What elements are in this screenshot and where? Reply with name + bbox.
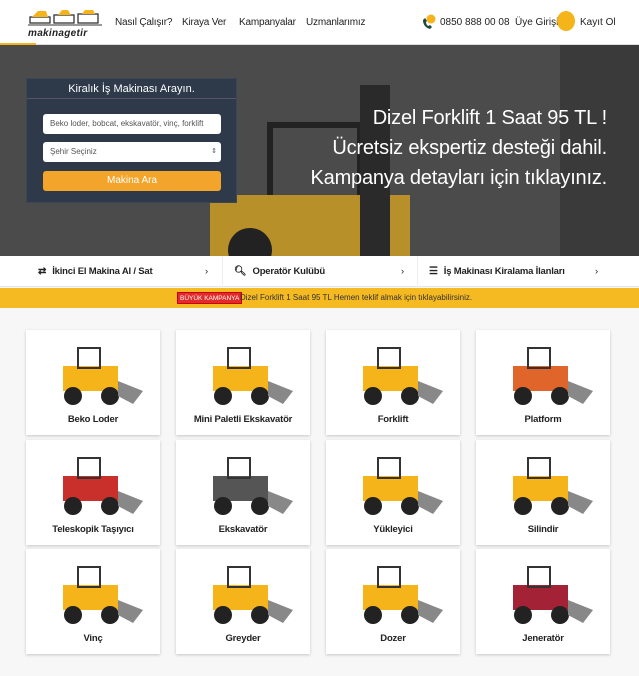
machine-label: Yükleyici bbox=[373, 524, 413, 535]
nav-campaigns[interactable]: Kampanyalar bbox=[239, 17, 296, 28]
machine-card[interactable]: Greyder bbox=[176, 549, 310, 654]
machine-image bbox=[213, 566, 293, 624]
city-select[interactable]: Şehir Seçiniz ⇕ bbox=[43, 142, 221, 162]
register-link[interactable]: Kayıt Ol bbox=[580, 17, 616, 28]
machine-label: Vinç bbox=[83, 633, 103, 644]
machine-search-input[interactable]: Beko loder, bobcat, ekskavatör, vinç, fo… bbox=[43, 114, 221, 148]
machine-card[interactable]: Mini Paletli Ekskavatör bbox=[176, 330, 310, 435]
link-label: İkinci El Makina Al / Sat bbox=[52, 266, 153, 277]
worker-avatar-icon bbox=[557, 11, 575, 31]
machine-card[interactable]: Beko Loder bbox=[26, 330, 160, 435]
chevron-right-icon: › bbox=[595, 266, 598, 277]
city-select-value: Şehir Seçiniz bbox=[50, 147, 97, 156]
search-panel: Kiralık İş Makinası Arayın. Beko loder, … bbox=[26, 78, 237, 203]
logo-text: makinagetir bbox=[28, 28, 88, 39]
search-button[interactable]: Makina Ara bbox=[43, 171, 221, 191]
machine-image bbox=[363, 457, 443, 515]
machine-image bbox=[513, 457, 593, 515]
link-second-hand[interactable]: ⇄ İkinci El Makina Al / Sat › bbox=[38, 256, 208, 287]
chevron-right-icon: › bbox=[205, 266, 208, 277]
machine-image bbox=[213, 347, 293, 405]
swap-icon: ⇄ bbox=[38, 266, 47, 277]
campaign-badge: BÜYÜK KAMPANYA bbox=[177, 292, 243, 304]
quick-links: ⇄ İkinci El Makina Al / Sat › 🔍︎ Operatör K… bbox=[0, 256, 639, 287]
machine-image bbox=[513, 347, 593, 405]
machine-card[interactable]: Vinç bbox=[26, 549, 160, 654]
machine-card[interactable]: Ekskavatör bbox=[176, 440, 310, 545]
link-rental-listings[interactable]: ☰ İş Makinası Kiralama İlanları › bbox=[429, 256, 598, 287]
machine-image bbox=[63, 457, 143, 515]
hero-line: Dizel Forklift 1 Saat 95 TL ! bbox=[372, 107, 608, 129]
search-title: Kiralık İş Makinası Arayın. bbox=[27, 79, 236, 99]
machine-card[interactable]: Platform bbox=[476, 330, 610, 435]
machine-label: Platform bbox=[524, 414, 562, 425]
campaign-banner[interactable]: BÜYÜK KAMPANYA Dizel Forklift 1 Saat 95 … bbox=[0, 288, 639, 308]
search-icon: 🔍︎ bbox=[234, 266, 247, 277]
hero-banner[interactable]: Dizel Forklift 1 Saat 95 TL ! Ücretsiz e… bbox=[0, 45, 639, 256]
hero-text[interactable]: Dizel Forklift 1 Saat 95 TL ! Ücretsiz e… bbox=[310, 103, 608, 193]
machine-card[interactable]: Teleskopik Taşıyıcı bbox=[26, 440, 160, 545]
machine-label: Silindir bbox=[527, 524, 559, 535]
machine-label: Beko Loder bbox=[67, 414, 119, 425]
machine-label: Mini Paletli Ekskavatör bbox=[193, 414, 293, 425]
machine-image bbox=[513, 566, 593, 624]
machines-logo-icon bbox=[28, 10, 102, 26]
machine-card[interactable]: Yükleyici bbox=[326, 440, 460, 545]
hero-line: Kampanya detayları için tıklayınız. bbox=[310, 167, 608, 189]
nav-rent-out[interactable]: Kiraya Ver bbox=[182, 17, 226, 28]
link-label: İş Makinası Kiralama İlanları bbox=[443, 266, 565, 277]
machine-label: Teleskopik Taşıyıcı bbox=[52, 524, 134, 535]
hero-line: Ücretsiz ekspertiz desteği dahil. bbox=[332, 137, 607, 159]
list-icon: ☰ bbox=[429, 266, 438, 277]
machine-image bbox=[63, 347, 143, 405]
machine-label: Greyder bbox=[225, 633, 261, 644]
campaign-text: Dizel Forklift 1 Saat 95 TL Hemen teklif… bbox=[240, 293, 473, 302]
machine-image bbox=[63, 566, 143, 624]
phone-icon bbox=[423, 14, 436, 29]
machine-label: Jeneratör bbox=[522, 633, 564, 644]
machine-card[interactable]: Forklift bbox=[326, 330, 460, 435]
machine-image bbox=[213, 457, 293, 515]
chevron-right-icon: › bbox=[401, 266, 404, 277]
machine-image bbox=[363, 566, 443, 624]
nav-experts[interactable]: Uzmanlarımız bbox=[306, 17, 365, 28]
machine-label: Ekskavatör bbox=[218, 524, 268, 535]
link-operator-club[interactable]: 🔍︎ Operatör Kulübü › bbox=[234, 256, 404, 287]
machine-image bbox=[363, 347, 443, 405]
machine-label: Dozer bbox=[380, 633, 406, 644]
link-label: Operatör Kulübü bbox=[252, 266, 326, 277]
machine-card[interactable]: Jeneratör bbox=[476, 549, 610, 654]
login-link[interactable]: Üye Girişi bbox=[515, 17, 558, 28]
logo[interactable]: makinagetir bbox=[28, 9, 102, 39]
machine-card[interactable]: Dozer bbox=[326, 549, 460, 654]
phone-number[interactable]: 0850 888 00 08 bbox=[440, 17, 510, 28]
header: makinagetir Nasıl Çalışır? Kiraya Ver Ka… bbox=[0, 0, 639, 45]
select-arrows-icon: ⇕ bbox=[211, 148, 217, 155]
machine-card[interactable]: Silindir bbox=[476, 440, 610, 545]
nav-how-it-works[interactable]: Nasıl Çalışır? bbox=[115, 17, 172, 28]
machine-label: Forklift bbox=[377, 414, 409, 425]
